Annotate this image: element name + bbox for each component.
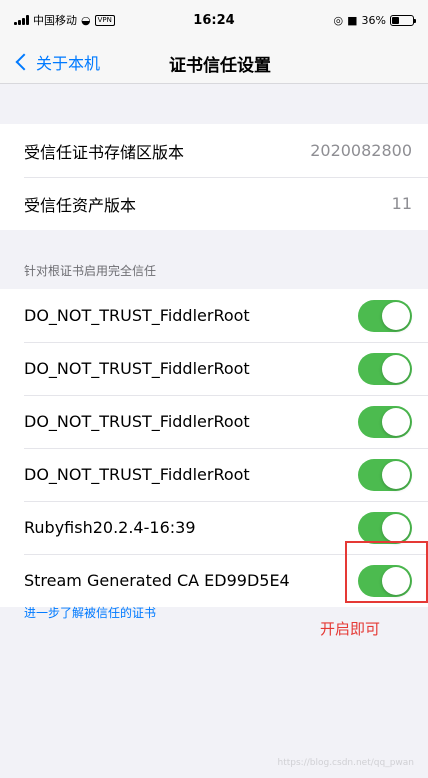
learn-more-link[interactable]: 进一步了解被信任的证书 — [24, 604, 156, 621]
signal-icon — [14, 15, 29, 25]
status-bar: 中国移动 ◒ VPN 16:24 ◎ ■ 36% — [0, 0, 428, 40]
certificate-name: Rubyfish20.2.4-16:39 — [24, 518, 196, 537]
info-label: 受信任资产版本 — [24, 195, 137, 215]
status-right: ◎ ■ 36% — [333, 13, 416, 27]
toggle-knob — [382, 460, 410, 489]
certificate-row: DO_NOT_TRUST_FiddlerRoot — [0, 289, 428, 342]
certificate-name: Stream Generated CA ED99D5E4 — [24, 571, 290, 590]
status-left: 中国移动 ◒ VPN — [14, 12, 115, 28]
navigation-bar: 关于本机 证书信任设置 — [0, 40, 428, 84]
info-row-store-version: 受信任证书存储区版本 2020082800 — [0, 124, 428, 177]
certificate-row: DO_NOT_TRUST_FiddlerRoot — [0, 395, 428, 448]
battery-percent: 36% — [361, 13, 386, 27]
info-value: 2020082800 — [310, 141, 412, 160]
certificate-name: DO_NOT_TRUST_FiddlerRoot — [24, 465, 250, 484]
vpn-badge: VPN — [94, 14, 115, 26]
info-label: 受信任证书存储区版本 — [24, 142, 185, 162]
version-info-group: 受信任证书存储区版本 2020082800 受信任资产版本 11 — [0, 124, 428, 230]
certificate-name: DO_NOT_TRUST_FiddlerRoot — [24, 306, 250, 325]
toggle-knob — [382, 513, 410, 542]
certificate-row: DO_NOT_TRUST_FiddlerRoot — [0, 448, 428, 501]
section-header: 针对根证书启用完全信任 — [24, 264, 157, 278]
toggle-knob — [382, 407, 410, 436]
toggle-knob — [382, 354, 410, 383]
status-time: 16:24 — [193, 12, 235, 28]
watermark: https://blog.csdn.net/qq_pwan — [277, 758, 415, 768]
trust-toggle[interactable] — [358, 405, 412, 438]
battery-icon — [390, 14, 416, 26]
trust-toggle[interactable] — [358, 352, 412, 385]
battery-level — [392, 16, 400, 24]
alarm-icon: ■ — [347, 13, 358, 27]
toggle-knob — [382, 301, 410, 330]
info-value: 11 — [391, 194, 412, 213]
annotation-label: 开启即可 — [320, 620, 381, 638]
trust-toggle[interactable] — [358, 299, 412, 332]
carrier-label: 中国移动 — [33, 14, 77, 27]
page-title: 证书信任设置 — [169, 56, 271, 76]
certificate-row: DO_NOT_TRUST_FiddlerRoot — [0, 342, 428, 395]
certificate-name: DO_NOT_TRUST_FiddlerRoot — [24, 412, 250, 431]
trust-toggle[interactable] — [358, 511, 412, 544]
certificate-name: DO_NOT_TRUST_FiddlerRoot — [24, 359, 250, 378]
location-icon: ◎ — [333, 13, 344, 27]
highlight-box — [345, 541, 428, 603]
info-row-asset-version: 受信任资产版本 11 — [0, 177, 428, 230]
wifi-icon: ◒ — [81, 13, 91, 27]
trust-toggle[interactable] — [358, 458, 412, 491]
